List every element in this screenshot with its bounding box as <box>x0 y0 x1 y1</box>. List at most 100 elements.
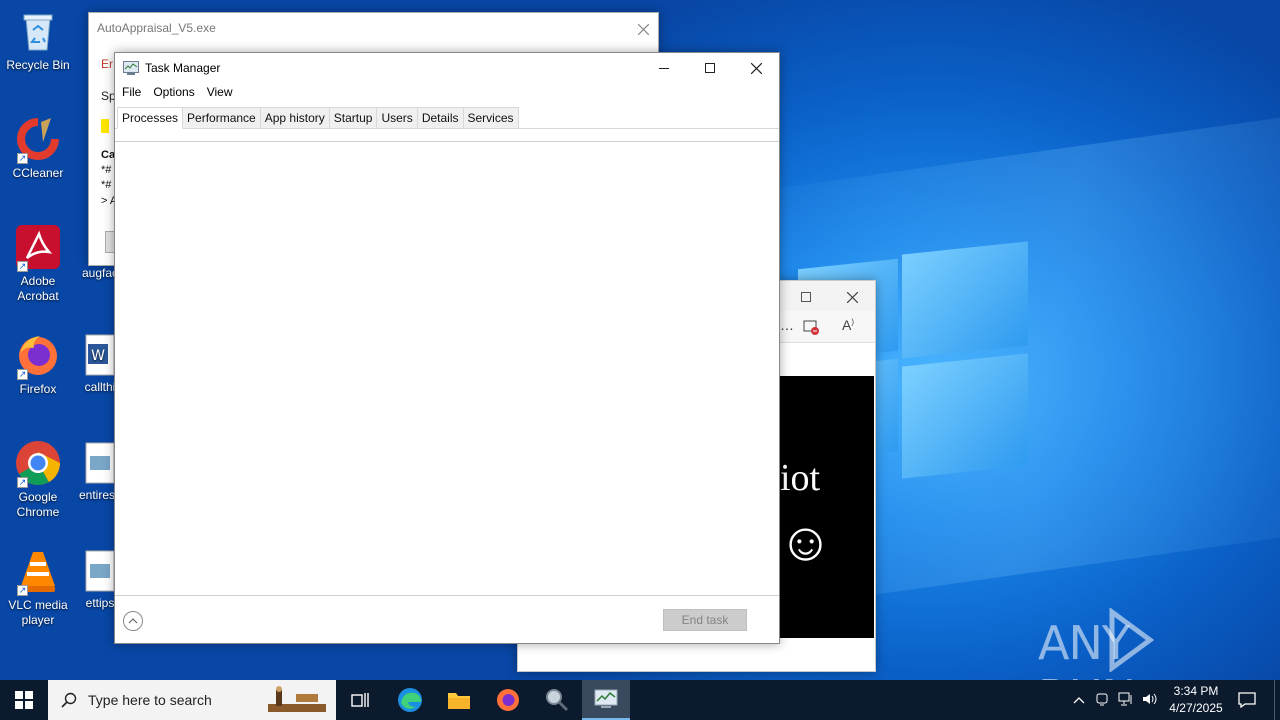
tab-services[interactable]: Services <box>463 107 519 129</box>
icon-label: Recycle Bin <box>6 58 70 72</box>
close-button[interactable] <box>836 285 868 309</box>
start-button[interactable] <box>0 680 48 720</box>
error-line: Er <box>101 57 113 71</box>
footer-divider <box>115 595 779 596</box>
icon-label: VLC media player <box>8 598 68 627</box>
chrome-icon: ↗ <box>15 440 61 488</box>
taskbar-file-explorer[interactable] <box>435 680 483 720</box>
folder-icon <box>448 693 470 709</box>
network-icon[interactable] <box>1114 692 1138 709</box>
fewer-details-button[interactable] <box>123 611 143 631</box>
maximize-icon <box>801 292 811 302</box>
more-icon[interactable]: … <box>780 317 794 333</box>
search-highlight-icon <box>268 686 326 712</box>
shortcut-arrow-icon: ↗ <box>17 585 28 596</box>
clock[interactable]: 3:34 PM 4/27/2025 <box>1160 683 1232 717</box>
firefox-icon <box>497 689 519 711</box>
tab-details[interactable]: Details <box>417 107 464 129</box>
notification-icon <box>1238 692 1256 708</box>
desktop-icon-firefox[interactable]: ↗ Firefox <box>0 332 76 397</box>
desktop-icon-adobe-acrobat[interactable]: ↗ Adobe Acrobat <box>0 224 76 304</box>
desktop-icon-google-chrome[interactable]: ↗ Google Chrome <box>0 440 76 520</box>
task-view-button[interactable] <box>336 680 384 720</box>
image-file-icon <box>85 442 115 484</box>
close-button[interactable] <box>629 17 657 41</box>
tab-startup[interactable]: Startup <box>329 107 378 129</box>
word-document-icon: W <box>85 334 115 376</box>
anyrun-watermark: ANY RUN <box>1038 608 1238 680</box>
menu-view[interactable]: View <box>201 85 239 103</box>
adobe-acrobat-icon: ↗ <box>15 224 61 272</box>
shortcut-arrow-icon: ↗ <box>17 261 28 272</box>
action-center-button[interactable] <box>1224 680 1270 720</box>
desktop: Recycle Bin ↗ CCleaner ↗ Adobe Acrobat ↗… <box>0 0 1280 680</box>
minimize-icon <box>659 67 669 69</box>
app-blocked-icon[interactable] <box>803 319 819 335</box>
chevron-up-icon <box>128 618 138 624</box>
tab-performance[interactable]: Performance <box>183 107 261 129</box>
icon-label: Firefox <box>19 382 57 396</box>
close-button[interactable] <box>733 53 779 83</box>
text-line: Ca <box>101 149 116 161</box>
menu-bar: File Options View <box>115 85 239 103</box>
maximize-button[interactable] <box>790 285 822 309</box>
edge-icon <box>398 688 422 712</box>
icon-label: Google Chrome <box>16 490 60 519</box>
text-line: *# <box>101 179 112 191</box>
volume-icon[interactable] <box>1138 692 1162 709</box>
bluetooth-device-icon[interactable] <box>1090 692 1114 709</box>
ccleaner-icon: ↗ <box>15 116 61 164</box>
task-manager-icon <box>123 61 139 75</box>
tray-overflow-icon[interactable] <box>1068 693 1090 707</box>
shortcut-arrow-icon: ↗ <box>17 153 28 164</box>
taskbar-firefox[interactable] <box>484 680 532 720</box>
taskbar-task-manager[interactable] <box>582 680 630 720</box>
watermark-text: ANY RUN <box>1038 616 1136 680</box>
image-file-icon <box>85 550 115 592</box>
close-icon <box>750 62 762 74</box>
maximize-icon <box>705 63 715 73</box>
browser-page-content: iot ☺ <box>780 376 874 638</box>
system-tray <box>1068 680 1162 720</box>
clock-time: 3:34 PM <box>1173 684 1219 698</box>
minimize-button[interactable] <box>641 53 687 83</box>
end-task-button[interactable]: End task <box>663 609 747 631</box>
shortcut-arrow-icon: ↗ <box>17 369 28 380</box>
task-manager-window[interactable]: Task Manager File Options View Processes… <box>114 52 780 644</box>
clock-date: 4/27/2025 <box>1169 701 1223 715</box>
icon-label: Adobe Acrobat <box>17 274 59 303</box>
warning-marker <box>101 119 109 133</box>
show-desktop-button[interactable] <box>1274 680 1280 720</box>
read-aloud-icon[interactable]: A) <box>842 317 854 333</box>
search-placeholder: Type here to search <box>88 692 212 708</box>
taskbar-search-app[interactable] <box>533 680 581 720</box>
window-title: AutoAppraisal_V5.exe <box>97 21 216 35</box>
menu-file[interactable]: File <box>115 85 147 103</box>
icon-label: CCleaner <box>12 166 64 180</box>
taskbar: Type here to search 3:34 PM 4/27/2025 <box>0 680 1280 720</box>
taskbar-search-box[interactable]: Type here to search <box>48 680 336 720</box>
menu-options[interactable]: Options <box>147 85 200 103</box>
desktop-icon-ccleaner[interactable]: ↗ CCleaner <box>0 116 76 181</box>
svg-text:W: W <box>91 348 105 364</box>
window-title: Task Manager <box>145 61 221 75</box>
maximize-button[interactable] <box>687 53 733 83</box>
desktop-icon-vlc[interactable]: ↗ VLC media player <box>0 548 76 628</box>
firefox-icon: ↗ <box>15 332 61 380</box>
tab-users[interactable]: Users <box>377 107 418 129</box>
search-icon <box>61 692 77 708</box>
close-icon <box>846 291 858 303</box>
smiley-icon: ☺ <box>780 512 834 572</box>
process-list[interactable] <box>115 142 779 594</box>
tab-processes[interactable]: Processes <box>117 107 184 129</box>
page-text: iot <box>780 457 821 499</box>
tab-app-history[interactable]: App history <box>260 107 330 129</box>
desktop-icon-recycle-bin[interactable]: Recycle Bin <box>0 8 76 73</box>
task-manager-icon <box>594 689 618 708</box>
task-view-icon <box>351 693 369 707</box>
taskbar-edge[interactable] <box>386 680 434 720</box>
recycle-bin-icon <box>15 8 61 54</box>
windows-start-icon <box>15 691 33 709</box>
close-icon <box>637 23 649 35</box>
magnifier-icon <box>546 689 569 712</box>
